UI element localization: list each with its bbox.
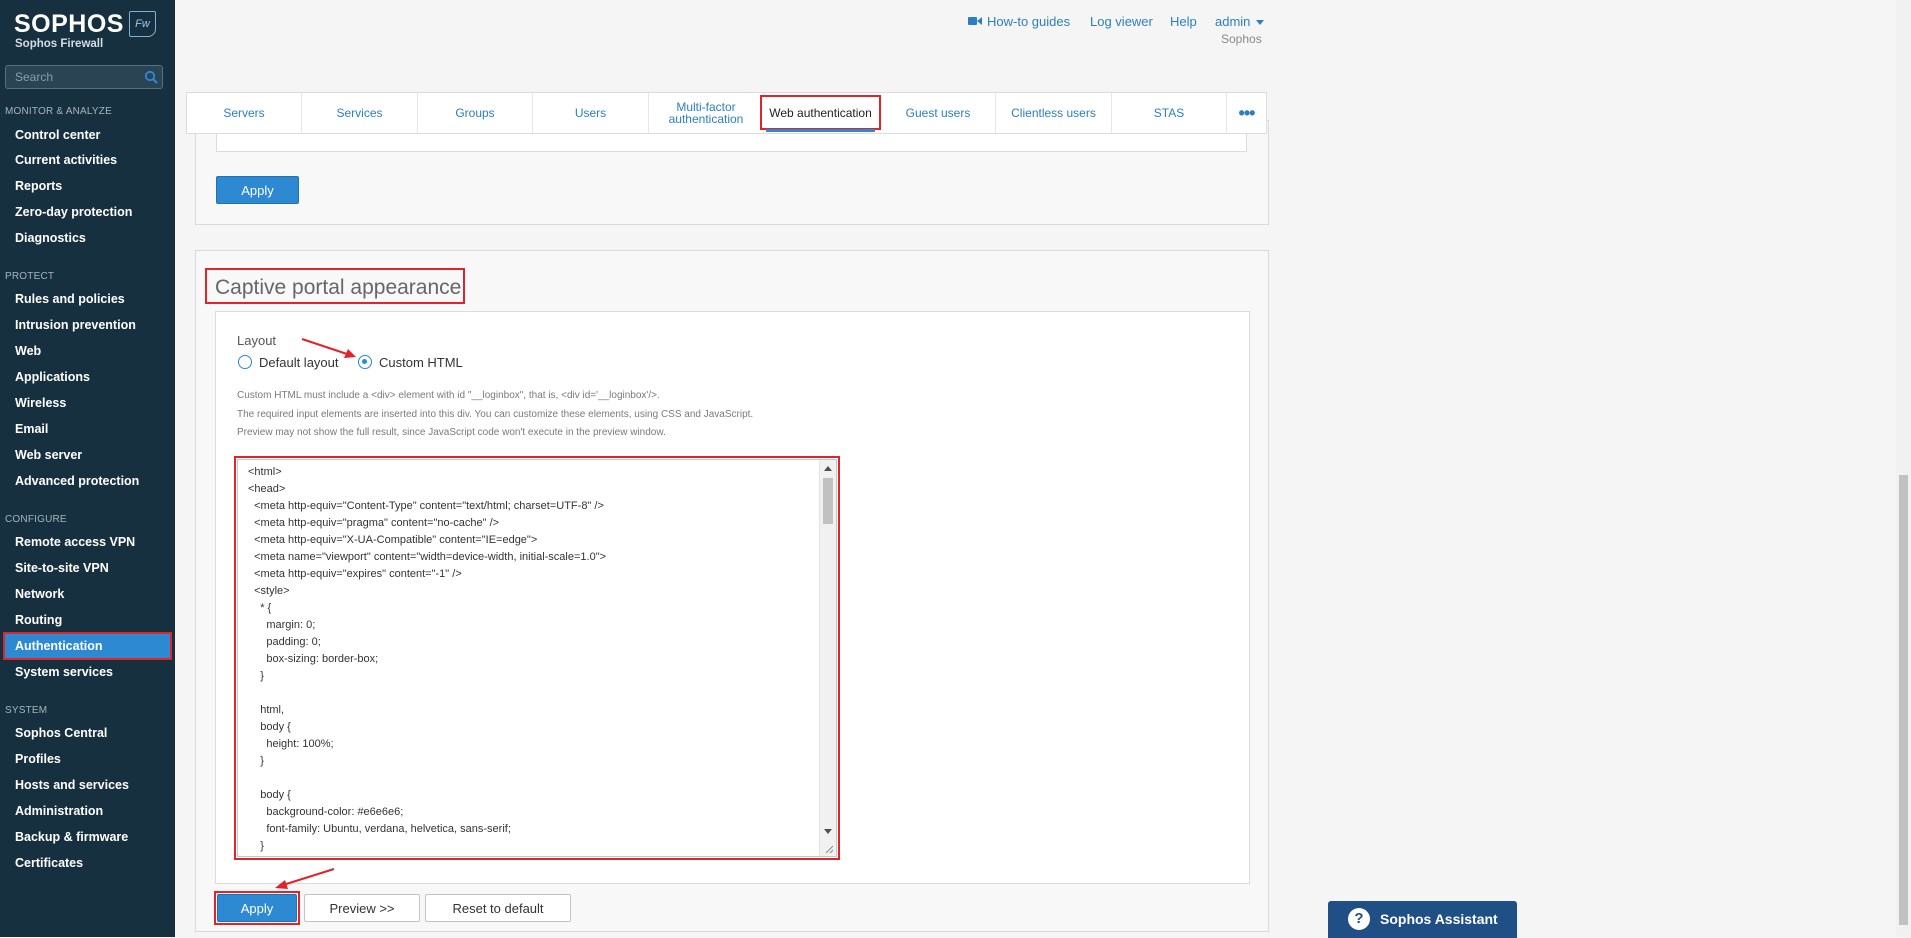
- sidebar-item-certificates[interactable]: Certificates: [5, 851, 170, 875]
- sidebar-item-hosts-and-services[interactable]: Hosts and services: [5, 773, 170, 797]
- nav-section-system: SYSTEM: [5, 705, 48, 716]
- sophos-logo[interactable]: SOPHOS: [14, 10, 124, 39]
- help-link[interactable]: Help: [1170, 14, 1197, 29]
- page-scrollbar[interactable]: [1896, 0, 1911, 937]
- tab-services[interactable]: Services: [302, 93, 418, 133]
- organization-name: Sophos: [1221, 32, 1262, 46]
- page-scroll-thumb[interactable]: [1899, 475, 1908, 925]
- search-input[interactable]: [6, 66, 145, 88]
- sidebar-item-network[interactable]: Network: [5, 582, 170, 606]
- tab-multi-factor-authentication[interactable]: Multi-factor authentication: [649, 93, 764, 133]
- nav-section-configure: CONFIGURE: [5, 514, 67, 525]
- tab-clientless-users[interactable]: Clientless users: [996, 93, 1112, 133]
- sidebar-item-remote-access-vpn[interactable]: Remote access VPN: [5, 530, 170, 554]
- sidebar: SOPHOS Fw Sophos Firewall MONITOR & ANAL…: [0, 0, 175, 937]
- help-text-line-1: Custom HTML must include a <div> element…: [237, 390, 660, 401]
- custom-html-radio[interactable]: [358, 355, 372, 369]
- tabs-more-icon[interactable]: •••: [1227, 93, 1266, 133]
- upper-settings-panel: Apply: [195, 119, 1269, 225]
- admin-username: admin: [1215, 14, 1251, 29]
- video-camera-icon: [968, 17, 982, 25]
- search-box: [5, 65, 163, 89]
- help-question-icon: ?: [1348, 908, 1370, 930]
- assistant-label: Sophos Assistant: [1380, 911, 1498, 927]
- sidebar-item-authentication[interactable]: Authentication: [3, 632, 172, 660]
- sidebar-item-web[interactable]: Web: [5, 339, 170, 363]
- auth-tabs: Servers Services Groups Users Multi-fact…: [186, 92, 1267, 134]
- sidebar-item-web-server[interactable]: Web server: [5, 443, 170, 467]
- default-layout-label[interactable]: Default layout: [259, 355, 339, 370]
- sophos-assistant-button[interactable]: ? Sophos Assistant: [1328, 901, 1517, 938]
- tab-servers[interactable]: Servers: [187, 93, 302, 133]
- product-subtitle: Sophos Firewall: [15, 38, 104, 50]
- tab-guest-users[interactable]: Guest users: [881, 93, 996, 133]
- preview-button[interactable]: Preview >>: [304, 894, 420, 922]
- tab-web-authentication[interactable]: Web authentication: [760, 95, 881, 132]
- code-editor-highlight: [234, 456, 840, 860]
- sidebar-item-intrusion-prevention[interactable]: Intrusion prevention: [5, 313, 170, 337]
- sidebar-item-sophos-central[interactable]: Sophos Central: [5, 721, 170, 745]
- custom-html-label[interactable]: Custom HTML: [379, 355, 463, 370]
- search-icon[interactable]: [144, 70, 158, 84]
- apply-button-highlight: [214, 891, 300, 925]
- sidebar-item-profiles[interactable]: Profiles: [5, 747, 170, 771]
- sidebar-item-system-services[interactable]: System services: [5, 660, 170, 684]
- sidebar-item-advanced-protection[interactable]: Advanced protection: [5, 469, 170, 493]
- nav-section-monitor: MONITOR & ANALYZE: [5, 106, 112, 117]
- sidebar-item-applications[interactable]: Applications: [5, 365, 170, 389]
- nav-section-protect: PROTECT: [5, 271, 55, 282]
- admin-user-menu[interactable]: admin: [1215, 14, 1265, 29]
- tab-groups[interactable]: Groups: [418, 93, 533, 133]
- tab-users[interactable]: Users: [533, 93, 649, 133]
- sidebar-item-email[interactable]: Email: [5, 417, 170, 441]
- sidebar-item-wireless[interactable]: Wireless: [5, 391, 170, 415]
- caret-down-icon: [1256, 20, 1265, 26]
- reset-to-default-button[interactable]: Reset to default: [425, 894, 571, 922]
- firewall-badge-icon: Fw: [129, 11, 156, 37]
- sidebar-item-diagnostics[interactable]: Diagnostics: [5, 226, 170, 250]
- log-viewer-link[interactable]: Log viewer: [1090, 14, 1153, 29]
- section-title: Captive portal appearance: [215, 276, 462, 299]
- default-layout-radio[interactable]: [238, 355, 252, 369]
- sidebar-item-site-to-site-vpn[interactable]: Site-to-site VPN: [5, 556, 170, 580]
- sidebar-item-reports[interactable]: Reports: [5, 174, 170, 198]
- sidebar-item-backup-firmware[interactable]: Backup & firmware: [5, 825, 170, 849]
- upper-apply-button[interactable]: Apply: [216, 176, 299, 204]
- sidebar-item-control-center[interactable]: Control center: [5, 123, 170, 147]
- sidebar-item-routing[interactable]: Routing: [5, 608, 170, 632]
- layout-label: Layout: [237, 333, 277, 348]
- how-to-guides-link[interactable]: How-to guides: [987, 14, 1070, 29]
- tab-stas[interactable]: STAS: [1112, 93, 1227, 133]
- sidebar-item-administration[interactable]: Administration: [5, 799, 170, 823]
- sidebar-item-rules-and-policies[interactable]: Rules and policies: [5, 287, 170, 311]
- help-text-line-2: The required input elements are inserted…: [237, 409, 754, 420]
- sidebar-item-zero-day-protection[interactable]: Zero-day protection: [5, 200, 170, 224]
- sidebar-item-current-activities[interactable]: Current activities: [5, 148, 170, 172]
- help-text-line-3: Preview may not show the full result, si…: [237, 427, 666, 438]
